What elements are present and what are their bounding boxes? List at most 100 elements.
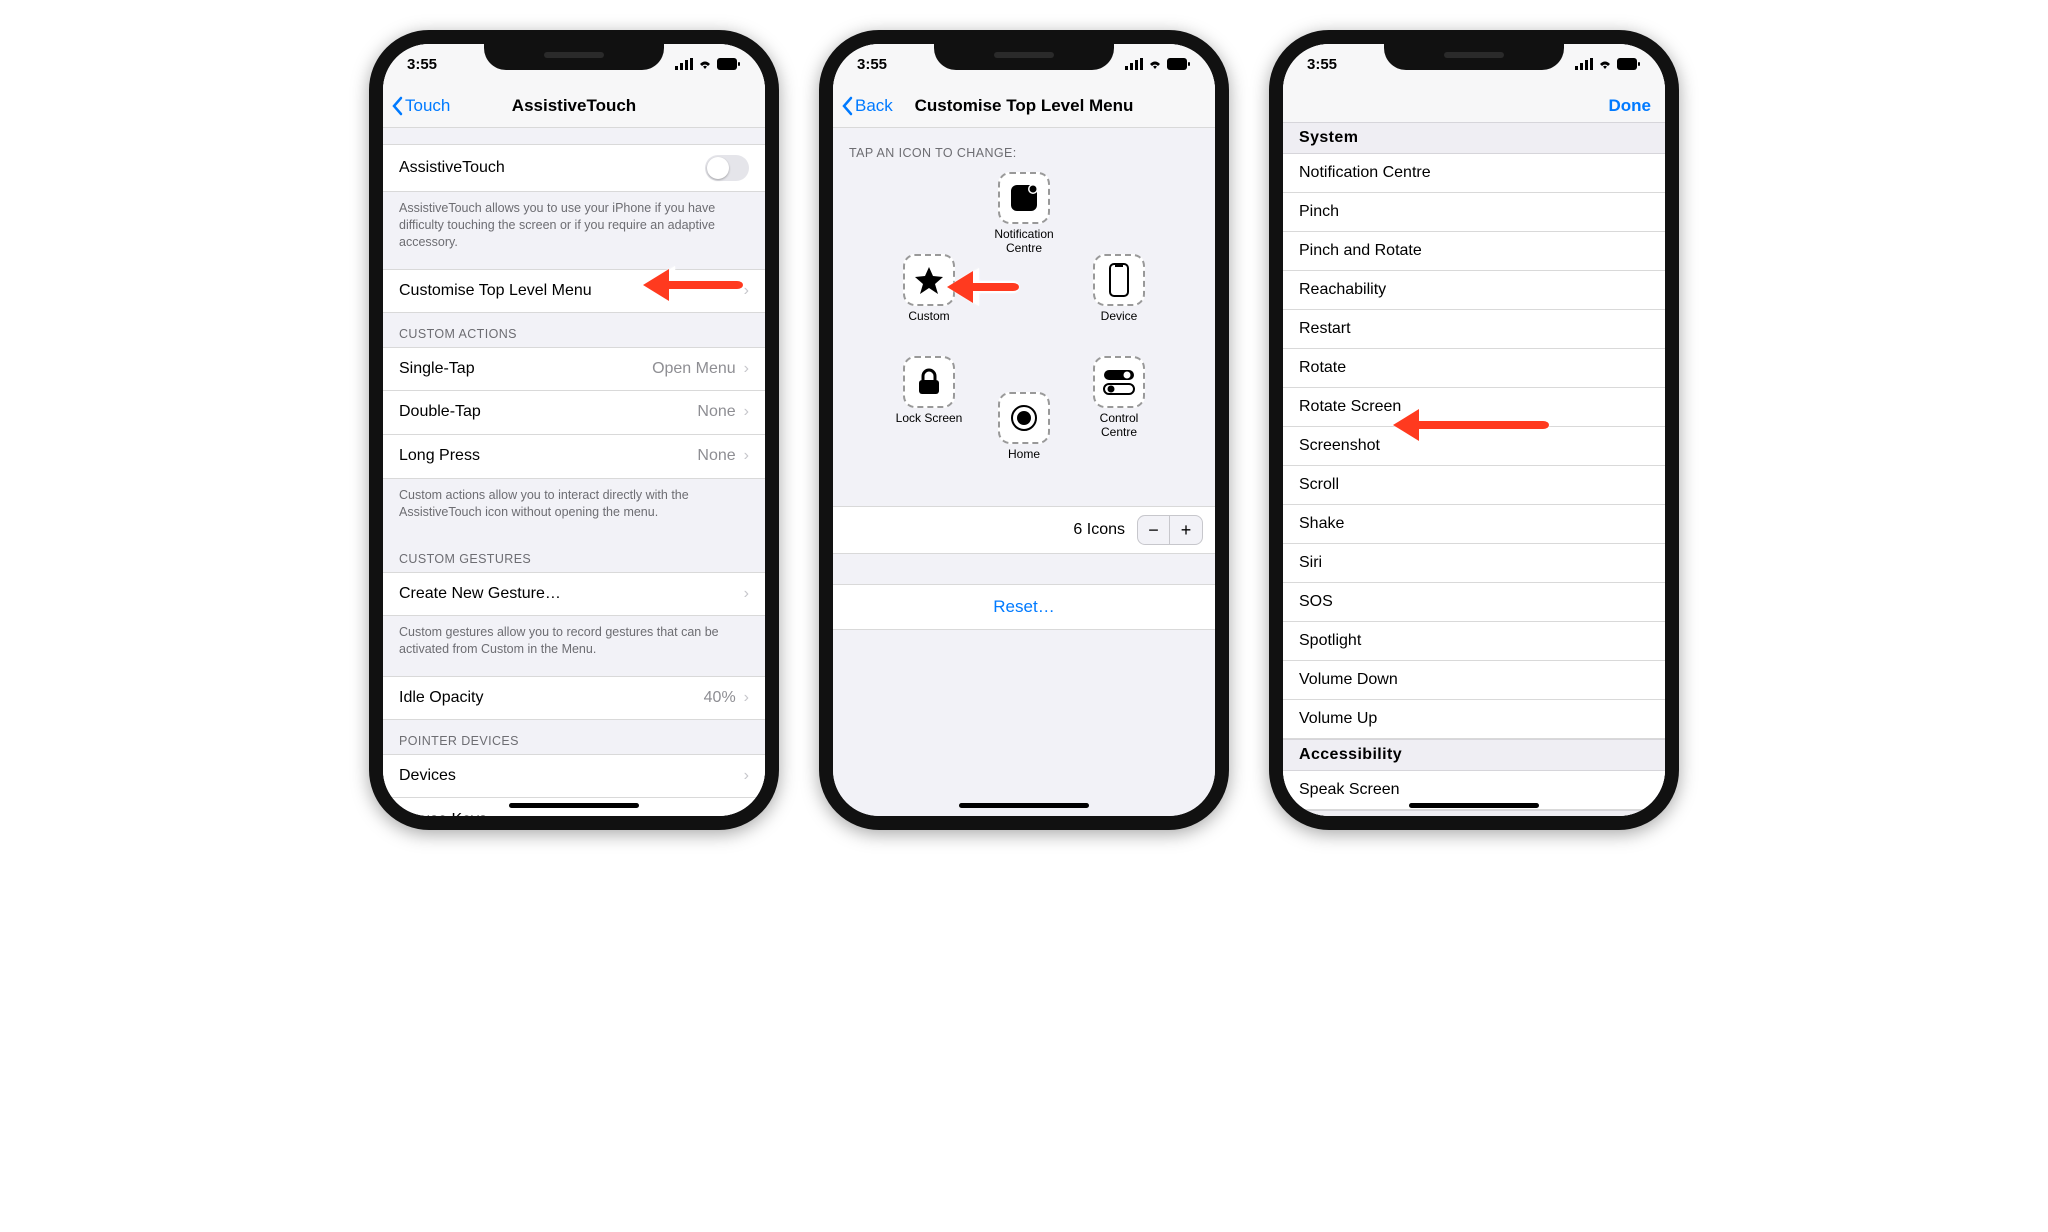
toggle-label: AssistiveTouch xyxy=(399,159,505,177)
annotation-arrow xyxy=(1393,409,1549,441)
action-row-pinch[interactable]: Pinch xyxy=(1283,193,1665,232)
row-value: None xyxy=(697,403,735,420)
cellular-icon xyxy=(1575,58,1593,70)
action-row-notification-centre: Notification Centre xyxy=(1283,154,1665,193)
action-row-rotate[interactable]: Rotate xyxy=(1283,349,1665,388)
icon-label: Control Centre xyxy=(1081,412,1157,440)
row-label: Customise Top Level Menu xyxy=(399,282,592,300)
status-icons xyxy=(1575,58,1641,70)
icon-device[interactable]: Device xyxy=(1081,254,1157,324)
notification-centre-icon xyxy=(1009,183,1039,213)
chevron-right-icon: › xyxy=(744,689,749,706)
row-label: Double-Tap xyxy=(399,403,481,421)
assistivetouch-toggle-row[interactable]: AssistiveTouch xyxy=(383,144,765,192)
status-time: 3:55 xyxy=(857,56,887,73)
icon-notification-centre[interactable]: Notification Centre xyxy=(986,172,1062,256)
status-icons xyxy=(675,58,741,70)
row-label: Reachability xyxy=(1299,281,1386,299)
row-label: Idle Opacity xyxy=(399,689,483,707)
action-row-pinch-and-rotate[interactable]: Pinch and Rotate xyxy=(1283,232,1665,271)
action-row-shake[interactable]: Shake xyxy=(1283,505,1665,544)
notch xyxy=(1384,42,1564,70)
action-row-restart[interactable]: Restart xyxy=(1283,310,1665,349)
battery-icon xyxy=(717,58,741,70)
control-centre-icon xyxy=(1102,368,1136,396)
status-time: 3:55 xyxy=(407,56,437,73)
icon-lock-screen[interactable]: Lock Screen xyxy=(891,356,967,426)
icon-grid: Notification Centre Custom Device Lock S… xyxy=(833,166,1215,466)
icon-control-centre[interactable]: Control Centre xyxy=(1081,356,1157,440)
stepper-plus[interactable]: + xyxy=(1170,516,1202,544)
icon-label: Custom xyxy=(891,310,967,324)
icon-count-row: 6 Icons − + xyxy=(833,506,1215,554)
row-label: Create New Gesture… xyxy=(399,585,561,603)
row-label: Single-Tap xyxy=(399,360,475,378)
icon-label: Device xyxy=(1081,310,1157,324)
row-label: Screenshot xyxy=(1299,437,1380,455)
stepper-minus[interactable]: − xyxy=(1138,516,1170,544)
group-header: Accessibility xyxy=(1283,739,1665,771)
icon-label: Home xyxy=(986,448,1062,462)
row-label: Speak Screen xyxy=(1299,781,1400,799)
wifi-icon xyxy=(697,58,713,70)
hint-text: TAP AN ICON TO CHANGE: xyxy=(833,128,1215,166)
back-label: Back xyxy=(855,96,893,116)
wifi-icon xyxy=(1597,58,1613,70)
phone-assistivetouch: 3:55 Touch AssistiveTouch AssistiveTouch… xyxy=(369,30,779,830)
icon-home[interactable]: Home xyxy=(986,392,1062,462)
done-button[interactable]: Done xyxy=(1609,96,1652,116)
row-label: Scroll xyxy=(1299,476,1339,494)
row-label: Volume Up xyxy=(1299,710,1377,728)
action-row-volume-up[interactable]: Volume Up xyxy=(1283,700,1665,739)
row-label: Pinch xyxy=(1299,203,1339,221)
single-tap-row[interactable]: Single-Tap Open Menu› xyxy=(383,347,765,391)
row-label: Shake xyxy=(1299,515,1344,533)
row-label: Spotlight xyxy=(1299,632,1361,650)
long-press-row[interactable]: Long Press None› xyxy=(383,435,765,479)
action-row-spotlight[interactable]: Spotlight xyxy=(1283,622,1665,661)
action-row-sos[interactable]: SOS xyxy=(1283,583,1665,622)
notch xyxy=(934,42,1114,70)
back-button[interactable]: Back xyxy=(833,96,893,116)
chevron-right-icon: › xyxy=(744,767,749,785)
action-row-volume-down[interactable]: Volume Down xyxy=(1283,661,1665,700)
row-label: Restart xyxy=(1299,320,1351,338)
lock-icon xyxy=(917,368,941,396)
devices-row[interactable]: Devices › xyxy=(383,754,765,798)
chevron-left-icon xyxy=(841,96,855,116)
custom-gestures-footer: Custom gestures allow you to record gest… xyxy=(383,616,765,676)
group-header: Scroll Gestures xyxy=(1283,810,1665,816)
reset-button[interactable]: Reset… xyxy=(833,584,1215,630)
action-row-scroll[interactable]: Scroll xyxy=(1283,466,1665,505)
group-header: System xyxy=(1283,122,1665,154)
custom-actions-footer: Custom actions allow you to interact dir… xyxy=(383,479,765,539)
count-label: 6 Icons xyxy=(1073,521,1125,539)
action-row-speak-screen[interactable]: Speak Screen xyxy=(1283,771,1665,810)
battery-icon xyxy=(1617,58,1641,70)
switch-off[interactable] xyxy=(705,155,749,181)
idle-opacity-row[interactable]: Idle Opacity 40%› xyxy=(383,676,765,720)
action-row-siri[interactable]: Siri xyxy=(1283,544,1665,583)
create-new-gesture-row[interactable]: Create New Gesture… › xyxy=(383,572,765,616)
double-tap-row[interactable]: Double-Tap None › xyxy=(383,391,765,435)
status-time: 3:55 xyxy=(1307,56,1337,73)
action-row-reachability[interactable]: Reachability xyxy=(1283,271,1665,310)
row-label: Rotate Screen xyxy=(1299,398,1401,416)
section-pointer-devices: POINTER DEVICES xyxy=(383,720,765,754)
back-button[interactable]: Touch xyxy=(383,96,450,116)
annotation-arrow xyxy=(947,271,1019,303)
chevron-right-icon: › xyxy=(744,282,749,300)
chevron-right-icon: › xyxy=(744,403,749,420)
row-label: Long Press xyxy=(399,447,480,465)
section-custom-gestures: CUSTOM GESTURES xyxy=(383,538,765,572)
toggle-footer: AssistiveTouch allows you to use your iP… xyxy=(383,192,765,269)
phone-customise-menu: 3:55 Back Customise Top Level Menu TAP A… xyxy=(819,30,1229,830)
cellular-icon xyxy=(675,58,693,70)
row-label: Mouse Keys xyxy=(399,811,487,816)
status-icons xyxy=(1125,58,1191,70)
mouse-keys-row[interactable]: Mouse Keys › xyxy=(383,798,765,816)
home-icon xyxy=(1009,403,1039,433)
chevron-left-icon xyxy=(391,96,405,116)
row-label: Siri xyxy=(1299,554,1322,572)
section-custom-actions: CUSTOM ACTIONS xyxy=(383,313,765,347)
